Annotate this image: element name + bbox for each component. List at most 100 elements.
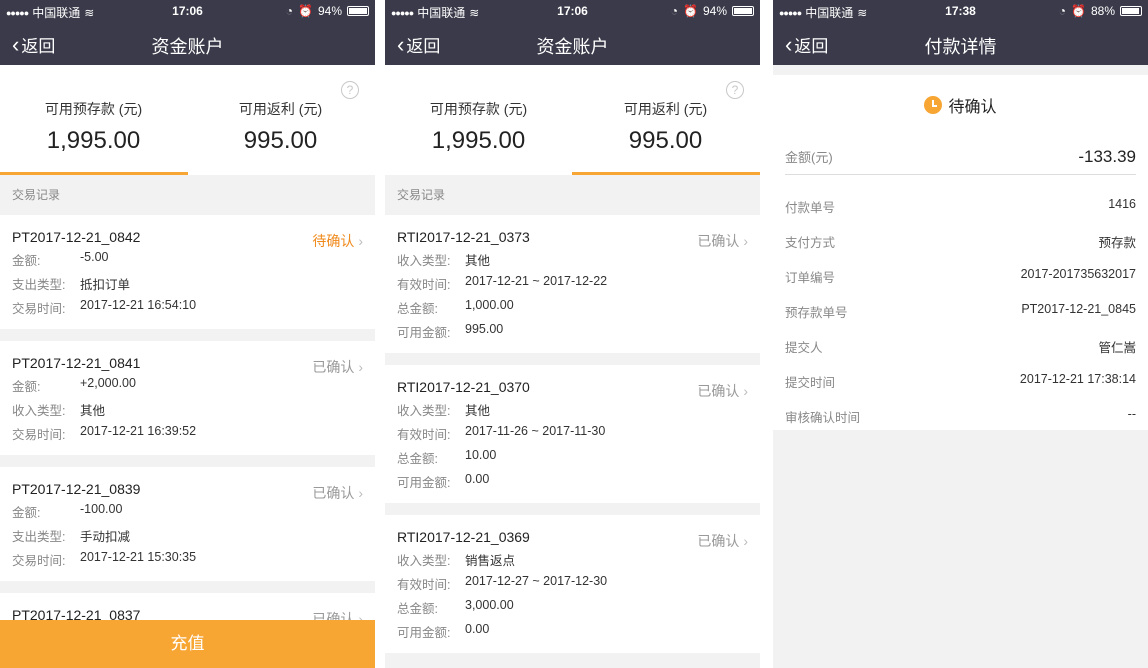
field-label: 收入类型: [397, 554, 451, 568]
balance-summary: 可用预存款 (元) 1,995.00 可用返利 (元) 995.00 ? [0, 65, 375, 175]
deposit-tab[interactable]: 可用预存款 (元) 1,995.00 [0, 99, 187, 155]
detail-label: 订单编号 [785, 271, 836, 285]
detail-label: 支付方式 [785, 236, 836, 250]
transaction-status: 已确认 › [697, 531, 748, 551]
detail-list: 付款单号 1416 支付方式 预存款 订单编号 2017-201735632017 预存款单… [785, 193, 1136, 438]
transaction-item[interactable]: PT2017-12-21_0841 已确认 › 金额: +2,000.00 收入类型: 其他… [0, 341, 375, 455]
transaction-field: 交易时间: 2017-12-21 16:54:10 [12, 298, 363, 317]
field-value: -5.00 [80, 250, 109, 264]
status-text: 已确认 [312, 485, 355, 501]
field-value: 抵扣订单 [80, 278, 131, 292]
detail-row: 支付方式 预存款 [785, 228, 1136, 263]
field-label: 总金额: [397, 602, 438, 616]
help-icon[interactable]: ? [726, 81, 744, 99]
transaction-status: 已确认 › [697, 231, 748, 251]
recharge-button[interactable]: 充值 [0, 620, 375, 668]
transaction-field: 总金额: 10.00 [397, 448, 748, 467]
transaction-list: PT2017-12-21_0842 待确认 › 金额: -5.00 支出类型: 抵扣订单交易… [0, 215, 375, 647]
transaction-field: 交易时间: 2017-12-21 15:30:35 [12, 550, 363, 569]
section-header: 交易记录 [0, 175, 375, 215]
page-title: 资金账户 [536, 37, 609, 57]
field-label: 支出类型: [12, 530, 66, 544]
transaction-field: 金额: -100.00 [12, 502, 363, 521]
transaction-field: 有效时间: 2017-12-21 ~ 2017-12-22 [397, 274, 748, 293]
field-label: 收入类型: [397, 404, 451, 418]
deposit-amount: 1,995.00 [431, 127, 526, 154]
deposit-amount: 1,995.00 [46, 127, 141, 154]
transaction-field: 可用金额: 0.00 [397, 622, 748, 641]
field-label: 可用金额: [397, 626, 451, 640]
status-text: 待确认 [312, 233, 355, 249]
field-value: 销售返点 [465, 554, 516, 568]
transaction-field: 收入类型: 其他 [397, 250, 748, 269]
transaction-field: 收入类型: 销售返点 [397, 550, 748, 569]
transaction-id: PT2017-12-21_0842 [12, 229, 141, 245]
page-title: 资金账户 [151, 37, 224, 57]
transaction-item[interactable]: RTI2017-12-21_0369 已确认 › 收入类型: 销售返点 有效时间: 2017… [385, 515, 760, 653]
field-label: 交易时间: [12, 428, 66, 442]
field-value: 其他 [465, 404, 491, 418]
field-label: 有效时间: [397, 578, 451, 592]
amount-label: 金额(元) [785, 150, 833, 165]
transaction-list: RTI2017-12-21_0373 已确认 › 收入类型: 其他 有效时间: 2017-1… [385, 215, 760, 665]
battery-percent: 94% [317, 4, 342, 18]
detail-value: -- [1127, 407, 1136, 421]
page-title: 付款详情 [924, 37, 997, 57]
field-label: 金额: [12, 380, 41, 394]
clock-icon [924, 96, 943, 114]
rebate-tab[interactable]: 可用返利 (元) 995.00 [187, 99, 374, 155]
field-value: 2017-12-21 15:30:35 [80, 550, 197, 564]
field-value: 3,000.00 [465, 598, 514, 612]
status-text: 已确认 [697, 533, 740, 549]
deposit-tab[interactable]: 可用预存款 (元) 1,995.00 [385, 99, 572, 155]
field-value: 2017-12-21 ~ 2017-12-22 [465, 274, 608, 288]
transaction-id: RTI2017-12-21_0369 [397, 529, 530, 545]
account-screen-deposit: ●●●●● 中国联通 ≋ 17:06 ◔ ⏰ 94% ‹ 返回 资金账户 可用预存款 (元… [0, 0, 375, 668]
transaction-item[interactable]: PT2017-12-21_0842 待确认 › 金额: -5.00 支出类型: 抵扣订单 交易… [0, 215, 375, 329]
nav-bar: ‹ 返回 资金账户 [0, 22, 375, 65]
transaction-item[interactable]: RTI2017-12-21_0373 已确认 › 收入类型: 其他 有效时间: 2017-1… [385, 215, 760, 353]
transaction-field: 收入类型: 其他 [397, 400, 748, 419]
detail-row: 预存款单号 PT2017-12-21_0845 [785, 298, 1136, 333]
field-value: 手动扣减 [80, 530, 131, 544]
alarm-icon: ⏰ [298, 4, 313, 18]
detail-value: 管仁嵩 [1098, 341, 1136, 355]
transaction-field: 有效时间: 2017-12-27 ~ 2017-12-30 [397, 574, 748, 593]
field-value: 995.00 [465, 322, 504, 336]
detail-label: 预存款单号 [785, 306, 848, 320]
status-label: 待确认 [948, 99, 997, 116]
transaction-id: RTI2017-12-21_0373 [397, 229, 530, 245]
transaction-field: 总金额: 1,000.00 [397, 298, 748, 317]
field-value: 10.00 [465, 448, 497, 462]
transaction-item[interactable]: PT2017-12-21_0839 已确认 › 金额: -100.00 支出类型: 手动扣减… [0, 467, 375, 581]
nav-bar: ‹ 返回 资金账户 [385, 22, 760, 65]
payment-detail-card: 待确认 金额(元) -133.39 付款单号 1416 支付方式 预存款 订单编号 201… [773, 75, 1148, 430]
chevron-right-icon: › [358, 485, 363, 501]
status-text: 已确认 [697, 383, 740, 399]
transaction-status: 已确认 › [312, 483, 363, 503]
rotation-lock-icon: ◔ [670, 4, 679, 18]
transaction-item[interactable]: RTI2017-12-21_0370 已确认 › 收入类型: 其他 有效时间: 2017-1… [385, 365, 760, 503]
transaction-field: 有效时间: 2017-11-26 ~ 2017-11-30 [397, 424, 748, 443]
detail-value: 1416 [1108, 197, 1136, 211]
battery-percent: 94% [702, 4, 727, 18]
detail-label: 付款单号 [785, 201, 836, 215]
transaction-field: 金额: +2,000.00 [12, 376, 363, 395]
battery-icon [1120, 6, 1142, 16]
rebate-label: 可用返利 (元) [623, 101, 708, 117]
rebate-tab[interactable]: 可用返利 (元) 995.00 [572, 99, 759, 155]
detail-label: 提交时间 [785, 376, 836, 390]
field-value: -100.00 [80, 502, 123, 516]
help-icon[interactable]: ? [341, 81, 359, 99]
detail-label: 提交人 [785, 341, 823, 355]
transaction-status: 已确认 › [697, 381, 748, 401]
nav-bar: ‹ 返回 付款详情 [773, 22, 1148, 65]
transaction-field: 支出类型: 手动扣减 [12, 526, 363, 545]
deposit-label: 可用预存款 (元) [44, 101, 143, 117]
rebate-label: 可用返利 (元) [238, 101, 323, 117]
field-value: 2017-12-21 16:54:10 [80, 298, 197, 312]
amount-value: -133.39 [1078, 147, 1136, 166]
detail-row: 审核确认时间 -- [785, 403, 1136, 438]
payment-detail-screen: ●●●●● 中国联通 ≋ 17:38 ◔ ⏰ 88% ‹ 返回 付款详情 待确认 金额(元… [773, 0, 1148, 668]
field-value: 2017-12-27 ~ 2017-12-30 [465, 574, 608, 588]
